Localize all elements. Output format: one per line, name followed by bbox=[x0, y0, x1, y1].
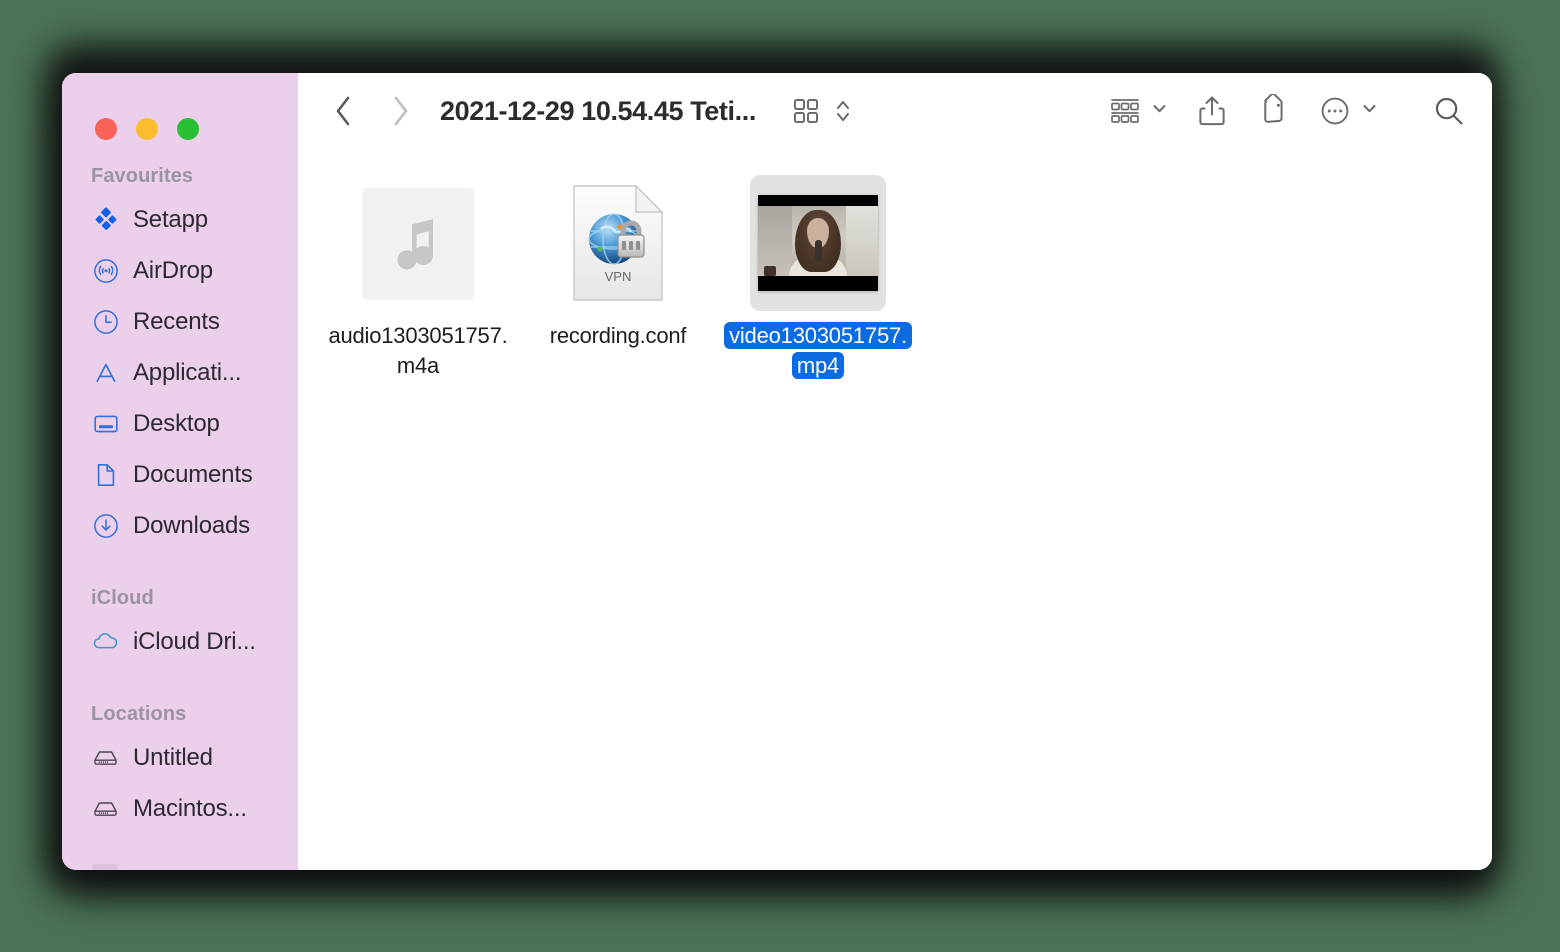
back-button[interactable] bbox=[332, 94, 354, 128]
search-button[interactable] bbox=[1432, 94, 1466, 128]
chevron-up-down-icon bbox=[836, 100, 849, 122]
search-icon bbox=[1435, 97, 1463, 125]
file-label-line2: m4a bbox=[396, 353, 440, 378]
airdrop-icon bbox=[92, 257, 119, 284]
frame-foreground-object bbox=[764, 266, 776, 276]
desktop-icon bbox=[92, 410, 119, 437]
video-frame bbox=[758, 206, 878, 276]
sidebar-item-downloads[interactable]: Downloads bbox=[62, 500, 298, 551]
share-button[interactable] bbox=[1196, 94, 1228, 128]
file-label: recording.conf bbox=[545, 321, 692, 351]
frame-microphone bbox=[815, 240, 822, 262]
file-icon bbox=[350, 175, 486, 311]
minimize-button[interactable] bbox=[136, 117, 158, 140]
sidebar-item-label: Applicati... bbox=[133, 358, 242, 386]
sidebar-item-icloud-drive[interactable]: iCloud Dri... bbox=[62, 616, 298, 667]
sidebar-item-label: Untitled bbox=[133, 743, 213, 771]
letterbox-top bbox=[758, 195, 878, 206]
chevron-right-icon bbox=[394, 96, 408, 126]
file-label: video1303051757. mp4 bbox=[724, 321, 912, 381]
vpn-document-icon: VPN bbox=[570, 183, 666, 303]
sidebar-section-favourites-title: Favourites bbox=[91, 165, 194, 187]
more-options-control[interactable] bbox=[1318, 94, 1378, 128]
desktop-background: Favourites Setapp AirDrop Recents Applic… bbox=[0, 0, 1560, 952]
page-title: 2021-12-29 10.54.45 Teti... bbox=[440, 95, 756, 126]
toolbar: 2021-12-29 10.54.45 Teti... bbox=[298, 73, 1492, 149]
more-options-button[interactable] bbox=[1318, 94, 1352, 128]
grid-view-icon bbox=[793, 99, 818, 123]
sidebar-item-applications[interactable]: Applicati... bbox=[62, 347, 298, 398]
downloads-icon bbox=[92, 512, 119, 539]
main-pane: 2021-12-29 10.54.45 Teti... audio1303051… bbox=[298, 73, 1492, 870]
file-label-line1: video1303051757. bbox=[724, 322, 912, 349]
setapp-icon bbox=[92, 206, 119, 233]
sidebar-item-label: Setapp bbox=[133, 205, 208, 233]
sidebar-item-label: Documents bbox=[133, 460, 253, 488]
sidebar-item-label: Desktop bbox=[133, 409, 220, 437]
sidebar-item-label: AirDrop bbox=[133, 256, 213, 284]
forward-button[interactable] bbox=[390, 94, 412, 128]
applications-icon bbox=[92, 359, 119, 386]
file-item-video[interactable]: video1303051757. mp4 bbox=[718, 171, 918, 381]
sidebar-item-macintosh-hd[interactable]: Macintos... bbox=[62, 783, 298, 834]
music-note-icon bbox=[363, 188, 473, 298]
finder-window: Favourites Setapp AirDrop Recents Applic… bbox=[62, 73, 1492, 870]
tag-button[interactable] bbox=[1256, 94, 1290, 128]
sidebar-item-label: Downloads bbox=[133, 511, 250, 539]
file-label-line2: mp4 bbox=[791, 352, 845, 379]
close-button[interactable] bbox=[95, 117, 117, 140]
sidebar: Favourites Setapp AirDrop Recents Applic… bbox=[62, 73, 298, 870]
maximize-button[interactable] bbox=[177, 117, 199, 140]
file-item-audio[interactable]: audio1303051757. m4a bbox=[318, 171, 518, 381]
traffic-lights bbox=[62, 73, 298, 149]
tag-icon bbox=[1264, 94, 1283, 123]
video-thumbnail-icon bbox=[758, 195, 878, 291]
sidebar-item-label: Macintos... bbox=[133, 794, 247, 822]
file-label-line1: recording.conf bbox=[549, 323, 687, 348]
view-controls bbox=[790, 95, 852, 127]
sidebar-item-label: Recents bbox=[133, 307, 220, 335]
ellipsis-circle-icon bbox=[1321, 97, 1349, 125]
toolbar-right-group bbox=[1108, 94, 1466, 128]
vpn-badge-label: VPN bbox=[605, 269, 632, 284]
file-grid: audio1303051757. m4a VPN recording.conf … bbox=[298, 149, 1492, 870]
sidebar-item-recents[interactable]: Recents bbox=[62, 296, 298, 347]
share-icon bbox=[1199, 96, 1225, 126]
sidebar-item-airdrop[interactable]: AirDrop bbox=[62, 245, 298, 296]
clock-icon bbox=[92, 308, 119, 335]
sidebar-section-locations-title: Locations bbox=[91, 703, 187, 725]
sidebar-item-partial bbox=[92, 864, 118, 870]
sidebar-item-untitled[interactable]: Untitled bbox=[62, 732, 298, 783]
sidebar-item-documents[interactable]: Documents bbox=[62, 449, 298, 500]
letterbox-bottom bbox=[758, 276, 878, 291]
file-item-conf[interactable]: VPN recording.conf bbox=[518, 171, 718, 381]
document-icon bbox=[92, 461, 119, 488]
navigation-arrows bbox=[332, 94, 412, 128]
cloud-icon bbox=[92, 628, 119, 655]
group-items-control[interactable] bbox=[1108, 95, 1168, 127]
chevron-down-icon[interactable] bbox=[1151, 100, 1168, 122]
view-stepper-button[interactable] bbox=[834, 95, 852, 127]
frame-wall-right bbox=[846, 206, 878, 276]
chevron-left-icon bbox=[336, 96, 350, 126]
file-icon bbox=[750, 175, 886, 311]
group-items-button[interactable] bbox=[1108, 95, 1142, 127]
hard-drive-icon bbox=[92, 744, 119, 771]
chevron-down-icon[interactable] bbox=[1361, 100, 1378, 122]
file-icon: VPN bbox=[550, 175, 686, 311]
group-items-icon bbox=[1111, 99, 1139, 123]
grid-view-button[interactable] bbox=[790, 95, 822, 127]
sidebar-item-setapp[interactable]: Setapp bbox=[62, 194, 298, 245]
sidebar-item-label: iCloud Dri... bbox=[133, 627, 256, 655]
hard-drive-icon bbox=[92, 795, 119, 822]
file-label: audio1303051757. m4a bbox=[323, 321, 512, 381]
sidebar-section-icloud-title: iCloud bbox=[91, 587, 154, 609]
sidebar-item-desktop[interactable]: Desktop bbox=[62, 398, 298, 449]
file-label-line1: audio1303051757. bbox=[328, 323, 508, 348]
